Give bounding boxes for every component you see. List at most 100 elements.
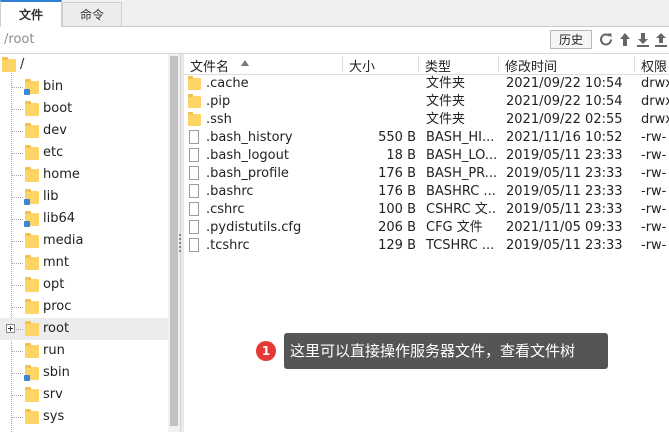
tab-commands[interactable]: 命令 [62,2,122,26]
tree-item-boot[interactable]: boot [0,98,168,120]
expand-toggle-icon[interactable] [6,324,15,333]
download-icon[interactable] [635,31,651,48]
column-header-permissions[interactable]: 权限 [641,56,667,75]
tree-item-media[interactable]: media [0,230,168,252]
folder-icon [25,145,39,160]
file-icon [189,148,199,162]
tab-bar: 文件 命令 [0,0,669,27]
file-name-cell: .pydistutils.cfg [206,220,302,235]
tree-item-dev[interactable]: dev [0,120,168,142]
symlink-icon [24,375,30,381]
file-permissions-cell: -rw- [641,130,667,145]
file-size-cell: 550 B [378,130,416,145]
file-type-cell: 文件夹 [426,112,466,127]
file-type-cell: BASH_LO... [426,148,496,163]
up-arrow-icon[interactable] [617,31,633,48]
tree-item-label: sys [43,409,65,424]
column-header-type[interactable]: 类型 [425,56,451,75]
table-row[interactable]: .ssh 文件夹 2021/09/22 02:55 drwx [184,111,669,129]
splitter-grip-icon[interactable] [178,232,181,258]
folder-icon [25,101,39,116]
file-size-cell [344,93,416,111]
file-name-cell: .bash_history [206,130,293,145]
table-row[interactable]: .bash_logout 18 B BASH_LO... 2019/05/11 23:… [184,147,669,165]
table-row[interactable]: .bash_profile 176 B BASH_PR... 2019/05/11 2… [184,165,669,183]
table-row[interactable]: .cshrc 100 B CSHRC 文... 2019/05/11 23:33 -rw… [184,201,669,219]
tree-item-opt[interactable]: opt [0,274,168,296]
tree-item-label: opt [43,277,65,292]
symlink-icon [24,199,30,205]
folder-icon [25,123,39,138]
table-row[interactable]: .pydistutils.cfg 206 B CFG 文件 2021/11/05 09… [184,219,669,237]
file-permissions-cell: -rw- [641,220,667,235]
file-type-cell: CFG 文件 [426,220,483,235]
file-modified-cell: 2021/09/22 02:55 [506,112,623,127]
tree-item-label: lib [43,189,59,204]
tree-item-proc[interactable]: proc [0,296,168,318]
tree-item-home[interactable]: home [0,164,168,186]
folder-icon [188,76,201,90]
file-size-cell: 206 B [378,220,416,235]
folder-icon [25,277,39,292]
file-name-cell: .bash_logout [206,148,289,163]
column-header-size[interactable]: 大小 [349,56,375,75]
tree-item-label: srv [43,387,63,402]
file-modified-cell: 2019/05/11 23:33 [506,238,623,253]
file-permissions-cell: -rw- [641,148,667,163]
tree-item-root-dir[interactable]: / [0,54,168,76]
file-size-cell: 18 B [386,148,416,163]
path-input[interactable]: /root [4,31,544,49]
table-row[interactable]: .bashrc 176 B BASHRC ... 2019/05/11 23:33 -r… [184,183,669,201]
refresh-icon[interactable] [598,31,614,48]
folder-icon [25,409,39,424]
file-type-cell: TCSHRC ... [426,238,495,253]
file-permissions-cell: drwx [641,94,669,109]
tree-item-label: home [43,167,80,182]
column-header-name[interactable]: 文件名 [190,56,229,75]
file-type-cell: 文件夹 [426,76,466,91]
file-permissions-cell: -rw- [641,184,667,199]
file-icon [189,220,199,234]
file-size-cell: 176 B [378,184,416,199]
table-row[interactable]: .pip 文件夹 2021/09/22 10:54 drwx [184,93,669,111]
tree-item-label: root [43,321,70,336]
tree-scrollbar-thumb[interactable] [170,56,178,426]
file-modified-cell: 2019/05/11 23:33 [506,166,623,181]
file-permissions-cell: drwx [641,76,669,91]
upload-icon[interactable] [653,31,669,48]
file-type-cell: CSHRC 文... [426,202,496,217]
tree-item-sys[interactable]: sys [0,406,168,428]
file-size-cell: 129 B [378,238,416,253]
tree-item-label: lib64 [43,211,76,226]
tree-item-srv[interactable]: srv [0,384,168,406]
table-row[interactable]: .cache 文件夹 2021/09/22 10:54 drwx [184,75,669,93]
file-icon [189,166,199,180]
tab-files[interactable]: 文件 [0,0,62,27]
tree-item-etc[interactable]: etc [0,142,168,164]
file-modified-cell: 2019/05/11 23:33 [506,184,623,199]
file-modified-cell: 2021/11/05 09:33 [506,220,623,235]
history-button[interactable]: 历史 [550,30,592,49]
file-size-cell: 176 B [378,166,416,181]
tree-item-lib64[interactable]: lib64 [0,208,168,230]
tree-item-lib[interactable]: lib [0,186,168,208]
column-header-modified[interactable]: 修改时间 [505,56,557,75]
tree-item-sbin[interactable]: sbin [0,362,168,384]
tree-item-label: / [20,57,25,72]
tree-item-run[interactable]: run [0,340,168,362]
folder-icon [25,255,39,270]
tree-item-label: sbin [43,365,70,380]
table-row[interactable]: .bash_history 550 B BASH_HI... 2021/11/16 1… [184,129,669,147]
tooltip-callout: 这里可以直接操作服务器文件，查看文件树 [284,333,608,369]
table-row[interactable]: .tcshrc 129 B TCSHRC ... 2019/05/11 23:33 -r… [184,237,669,255]
tree-item-bin[interactable]: bin [0,76,168,98]
tree-item-label: run [43,343,65,358]
folder-icon [25,343,39,358]
folder-icon [25,167,39,182]
file-type-cell: BASHRC ... [426,184,496,199]
tree-item-root[interactable]: root [0,318,168,340]
file-name-cell: .cshrc [206,202,245,217]
tree-item-label: etc [43,145,64,160]
tree-item-mnt[interactable]: mnt [0,252,168,274]
file-name-cell: .bash_profile [206,166,289,181]
